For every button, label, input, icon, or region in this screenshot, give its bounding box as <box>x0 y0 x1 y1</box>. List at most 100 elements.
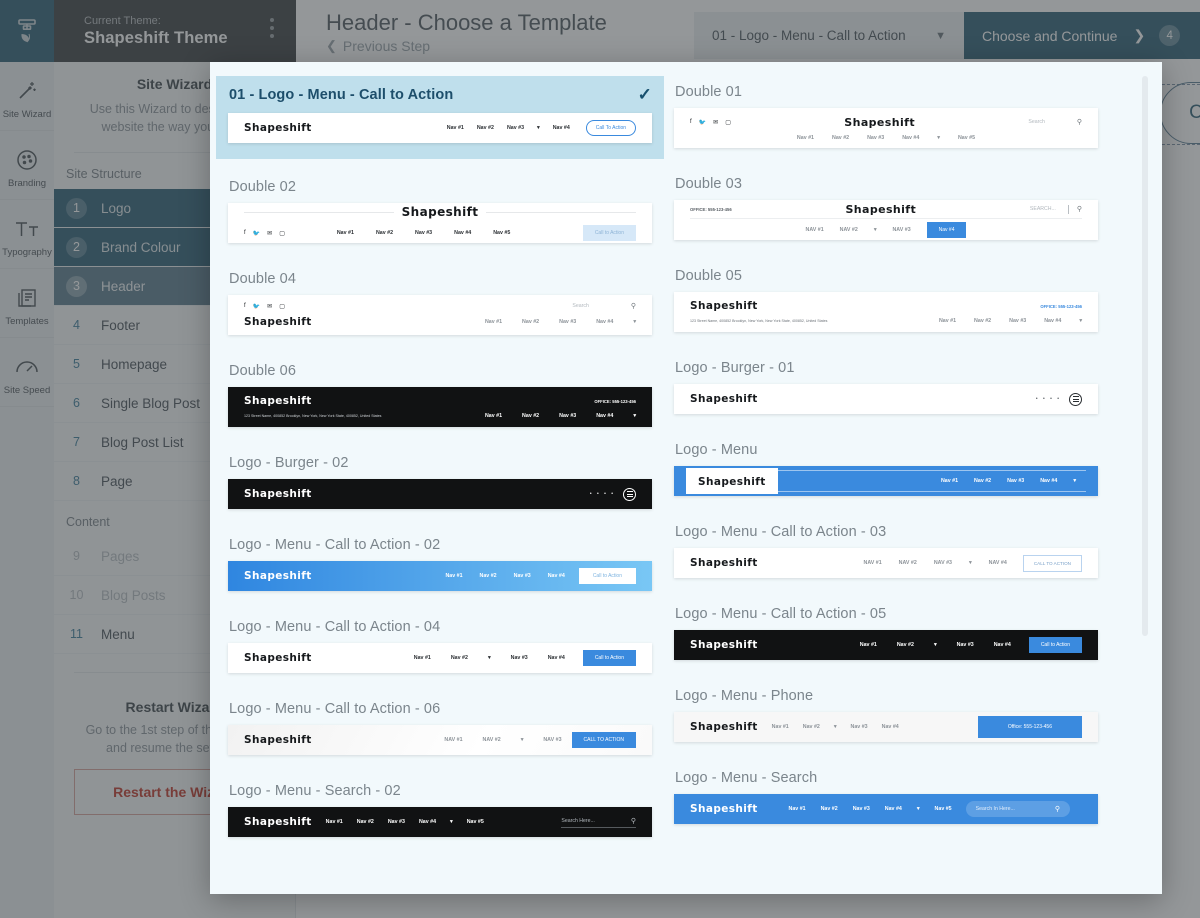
search-icon: ⚲ <box>1054 806 1060 813</box>
card-title: Logo - Menu - Search <box>675 770 818 786</box>
nav-item: Nav #2 <box>896 642 914 648</box>
search-placeholder: Search Here... <box>561 817 595 824</box>
card-title: Logo - Menu - Call to Action - 04 <box>229 619 441 635</box>
template-card-logo-burger-01[interactable]: Logo - Burger - 01 Shapeshift • • • • <box>674 360 1098 414</box>
search-icon: ⚲ <box>630 817 636 825</box>
chevron-down-icon: ▾ <box>1079 318 1082 324</box>
email-icon: ✉ <box>267 303 273 310</box>
nav-item: Nav #3 <box>510 655 528 661</box>
nav-item: Nav #2 <box>450 655 468 661</box>
nav-item: Nav #2 <box>820 806 838 812</box>
template-preview: f 🐦 ✉ ▢ Search ⚲ Shapeshift Nav #1 Nav #… <box>228 295 652 335</box>
template-card-logo-menu-phone[interactable]: Logo - Menu - Phone Shapeshift Nav #1 Na… <box>674 688 1098 742</box>
twitter-icon: 🐦 <box>252 230 261 237</box>
nav-item: Nav #2 <box>974 478 992 484</box>
template-preview: Shapeshift Nav #1 Nav #2 Nav #3 Nav #4 ▾… <box>674 794 1098 824</box>
card-title: Logo - Menu - Call to Action - 05 <box>675 606 887 622</box>
nav-item: Nav #2 <box>479 573 497 579</box>
nav-item: Nav #2 <box>802 724 820 730</box>
template-card-logo-menu-cta-02[interactable]: Logo - Menu - Call to Action - 02 Shapes… <box>228 537 652 591</box>
template-card-double-04[interactable]: Double 04 f 🐦 ✉ ▢ Search ⚲ Shapeshift Na… <box>228 271 652 335</box>
instagram-icon: ▢ <box>279 230 285 237</box>
template-card-double-06[interactable]: Double 06 Shapeshift OFFICE: 555-123-456… <box>228 363 652 427</box>
preview-logo: Shapeshift <box>244 652 312 664</box>
nav-item: Nav #1 <box>938 318 957 324</box>
chevron-down-icon: ▾ <box>916 806 920 812</box>
hamburger-menu-icon <box>1069 392 1082 406</box>
nav-item: Nav #4 <box>1040 478 1058 484</box>
card-title: Double 04 <box>229 271 297 287</box>
email-icon: ✉ <box>713 119 719 126</box>
card-title: 01 - Logo - Menu - Call to Action <box>229 86 454 103</box>
nav-item: Nav #4 <box>547 573 565 579</box>
address: 123 Street Name, 400852 Brooklyn, New Yo… <box>690 319 828 323</box>
template-card-logo-menu-cta-05[interactable]: Logo - Menu - Call to Action - 05 Shapes… <box>674 606 1098 660</box>
nav-item: Nav #3 <box>1007 478 1025 484</box>
template-card-logo-menu-cta-06[interactable]: Logo - Menu - Call to Action - 06 Shapes… <box>228 701 652 755</box>
nav-item: Nav #4 <box>596 413 614 419</box>
card-title: Logo - Menu <box>675 442 758 458</box>
chevron-down-icon: ▾ <box>537 125 540 131</box>
preview-logo: Shapeshift <box>244 122 312 134</box>
twitter-icon: 🐦 <box>252 303 261 310</box>
template-card-logo-burger-02[interactable]: Logo - Burger - 02 Shapeshift • • • • <box>228 455 652 509</box>
nav-item: NAV #3 <box>892 226 911 233</box>
preview-logo: Shapeshift <box>690 803 758 815</box>
phone-button: Office: 555-123-456 <box>977 716 1082 738</box>
nav-item: Nav #5 <box>466 819 484 825</box>
nav-item: NAV #2 <box>898 560 917 566</box>
nav-item: Nav #3 <box>387 819 405 825</box>
nav-item: Nav #2 <box>375 230 394 236</box>
nav-item: Nav #2 <box>522 319 540 325</box>
preview-logo: Shapeshift <box>698 476 766 488</box>
template-card-logo-menu[interactable]: Logo - Menu Shapeshift Nav #1 Nav #2 Nav… <box>674 442 1098 496</box>
nav-item: Nav #3 <box>415 230 433 236</box>
nav-item: Nav #1 <box>484 413 503 419</box>
nav-item: Nav #4 <box>552 125 570 131</box>
template-list-scroll[interactable]: 01 - Logo - Menu - Call to Action ✓ Shap… <box>210 62 1162 894</box>
nav-item: Nav #5 <box>493 230 511 236</box>
template-card-double-01[interactable]: Double 01 f 🐦 ✉ ▢ Shapeshift Search ⚲ Na… <box>674 84 1098 148</box>
template-preview: Shapeshift OFFICE: 555-123-456 123 Stree… <box>674 292 1098 332</box>
nav-item: Nav #1 <box>859 642 877 648</box>
nav-item: NAV #2 <box>839 226 858 233</box>
preview-logo: Shapeshift <box>244 816 312 828</box>
template-preview: Shapeshift Nav #1 Nav #2 Nav #3 Nav #4 ▾… <box>228 807 652 837</box>
nav-item: Nav #1 <box>445 573 463 579</box>
chevron-down-icon: ▾ <box>873 226 877 233</box>
preview-logo: Shapeshift <box>690 393 758 405</box>
template-card-double-03[interactable]: Double 03 OFFICE: 555-123-456 Shapeshift… <box>674 176 1098 240</box>
template-card-01-logo-menu-call-to-action[interactable]: 01 - Logo - Menu - Call to Action ✓ Shap… <box>216 76 664 159</box>
nav-item: Nav #1 <box>336 230 354 236</box>
preview-logo: Shapeshift <box>690 300 758 312</box>
nav-item: Nav #1 <box>940 478 959 484</box>
preview-logo: Shapeshift <box>844 115 915 129</box>
template-column-right: Double 01 f 🐦 ✉ ▢ Shapeshift Search ⚲ Na… <box>674 84 1098 865</box>
template-card-logo-menu-search[interactable]: Logo - Menu - Search Shapeshift Nav #1 N… <box>674 770 1098 824</box>
template-card-logo-menu-cta-03[interactable]: Logo - Menu - Call to Action - 03 Shapes… <box>674 524 1098 578</box>
nav-item: Nav #3 <box>956 642 974 648</box>
nav-item: Nav #3 <box>513 573 531 579</box>
template-card-logo-menu-cta-04[interactable]: Logo - Menu - Call to Action - 04 Shapes… <box>228 619 652 673</box>
nav-item: Nav #3 <box>506 125 525 131</box>
nav-item: Nav #1 <box>325 819 343 825</box>
instagram-icon: ▢ <box>279 303 285 310</box>
nav-item: NAV #3 <box>543 737 562 743</box>
template-card-double-02[interactable]: Double 02 Shapeshift f 🐦 ✉ ▢ Nav #1 Nav … <box>228 179 652 243</box>
template-grid: 01 - Logo - Menu - Call to Action ✓ Shap… <box>216 76 1122 865</box>
card-title: Logo - Menu - Search - 02 <box>229 783 401 799</box>
preview-cta: Call To Action <box>585 120 636 136</box>
nav-item: Nav #3 <box>850 724 868 730</box>
preview-logo: Shapeshift <box>690 721 758 733</box>
hamburger-menu-icon <box>623 487 636 501</box>
template-preview: Shapeshift Nav #1 Nav #2 Nav #3 Nav #4 ▾ <box>674 466 1098 496</box>
modal-scrollbar[interactable] <box>1142 76 1148 636</box>
template-card-double-05[interactable]: Double 05 Shapeshift OFFICE: 555-123-456… <box>674 268 1098 332</box>
facebook-icon: f <box>244 230 246 236</box>
preview-logo: Shapeshift <box>244 316 312 328</box>
search-placeholder: Search <box>572 303 589 309</box>
nav-item: NAV #1 <box>444 737 463 743</box>
template-card-logo-menu-search-02[interactable]: Logo - Menu - Search - 02 Shapeshift Nav… <box>228 783 652 837</box>
template-picker-modal: 01 - Logo - Menu - Call to Action ✓ Shap… <box>210 62 1162 894</box>
nav-item: Nav #2 <box>476 125 494 131</box>
